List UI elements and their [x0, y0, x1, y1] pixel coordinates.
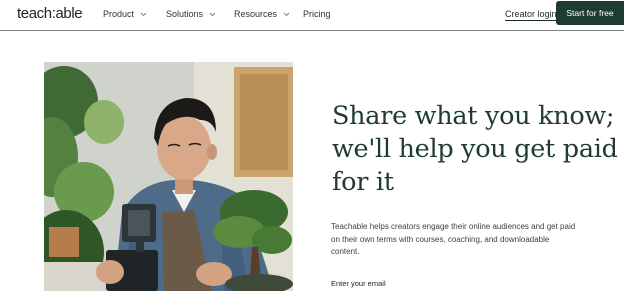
- email-field-label: Enter your email: [331, 279, 386, 288]
- nav-resources[interactable]: Resources: [234, 9, 290, 19]
- teachable-logo[interactable]: teach:able: [17, 5, 83, 22]
- hero-subtext: Teachable helps creators engage their on…: [331, 222, 576, 256]
- nav-product[interactable]: Product: [103, 9, 147, 19]
- nav-product-label: Product: [103, 9, 135, 19]
- creator-with-plants-photo: [44, 62, 293, 291]
- creator-login-link[interactable]: Creator login: [505, 9, 557, 21]
- start-for-free-button[interactable]: Start for free: [556, 1, 624, 25]
- nav-pricing[interactable]: Pricing: [303, 9, 331, 19]
- chevron-down-icon: [140, 12, 147, 16]
- site-header: teach:able Product Solutions Resources P…: [0, 0, 624, 31]
- nav-pricing-label: Pricing: [303, 9, 331, 19]
- nav-resources-label: Resources: [234, 9, 278, 19]
- chevron-down-icon: [283, 12, 290, 16]
- nav-solutions-label: Solutions: [166, 9, 204, 19]
- chevron-down-icon: [209, 12, 216, 16]
- hero-headline: Share what you know; we'll help you get …: [332, 101, 618, 197]
- nav-solutions[interactable]: Solutions: [166, 9, 216, 19]
- hero-image: [44, 62, 293, 291]
